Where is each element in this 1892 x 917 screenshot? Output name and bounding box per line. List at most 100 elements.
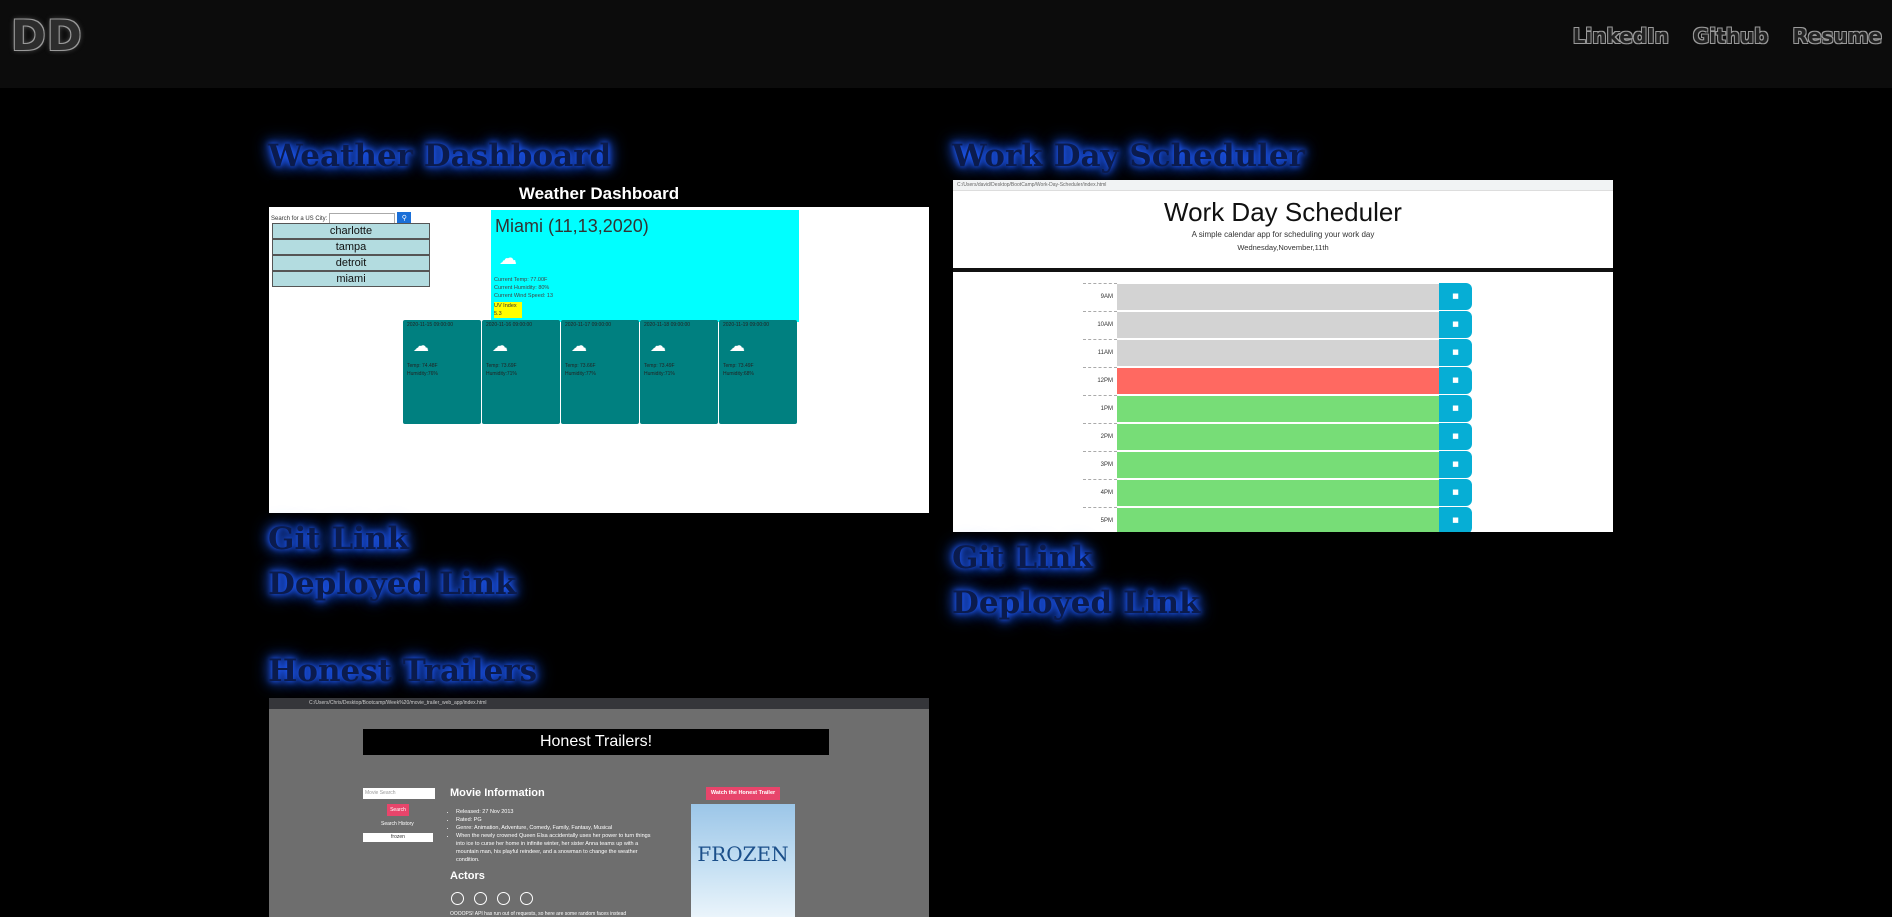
trailers-shot-history-label: Search History: [381, 821, 414, 827]
trailers-shot-history-item: frozen: [363, 833, 433, 842]
trailers-screenshot: C:/Users/Chris/Desktop/Bootcamp/Week%20/…: [269, 698, 929, 917]
scheduler-project-title: Work Day Scheduler: [952, 138, 1305, 174]
weather-shot-city: miami: [272, 271, 430, 287]
weather-shot-forecast: 2020-11-15 09:00:00 ☁ Temp: 74.48F Humidi…: [403, 320, 797, 424]
save-icon: ■: [1439, 395, 1472, 422]
cloud-icon: ☁: [650, 336, 666, 355]
weather-shot-forecast-card: 2020-11-18 09:00:00 ☁ Temp: 73.49F Humidi…: [640, 320, 718, 424]
forecast-temp: Temp: 74.48F: [407, 363, 438, 369]
site-logo[interactable]: DD: [11, 11, 83, 60]
forecast-humidity: Humidity:71%: [644, 371, 675, 377]
cloud-icon: ☁: [413, 336, 429, 355]
scheduler-screenshot: C:/Users/david/Desktop/BootCamp/Work-Day…: [953, 180, 1613, 532]
cloud-icon: ☁: [571, 336, 587, 355]
forecast-temp: Temp: 73.69F: [486, 363, 517, 369]
weather-shot-search-label: Search for a US City:: [271, 215, 328, 222]
weather-git-link[interactable]: Git Link: [268, 521, 409, 557]
weather-shot-city: charlotte: [272, 223, 430, 239]
nav-resume-link[interactable]: Resume: [1792, 24, 1882, 48]
scheduler-shot-title: Work Day Scheduler: [1164, 197, 1402, 227]
scheduler-shot-hour-label: 9AM: [1083, 283, 1117, 310]
forecast-details: Temp: 73.69F Humidity:71%: [486, 362, 517, 378]
trailers-shot-actors-heading: Actors: [450, 870, 485, 882]
trailers-shot-info-list: Released: 27 Nov 2013 Rated: PG Genre: A…: [450, 808, 651, 864]
scheduler-shot-time-block: [1117, 479, 1439, 506]
forecast-details: Temp: 73.49F Humidity:71%: [644, 362, 675, 378]
weather-shot-uv: UV Index 5.3: [494, 302, 522, 318]
scheduler-shot-hour-row: 12PM ■: [1083, 367, 1472, 394]
scheduler-deployed-link[interactable]: Deployed Link: [952, 585, 1201, 621]
forecast-details: Temp: 73.49F Humidity:68%: [723, 362, 754, 378]
forecast-date: 2020-11-15 09:00:00: [407, 322, 454, 328]
trailers-shot-info-heading: Movie Information: [450, 787, 545, 799]
scheduler-shot-address-bar: C:/Users/david/Desktop/BootCamp/Work-Day…: [953, 180, 1613, 191]
scheduler-shot-hour-row: 1PM ■: [1083, 395, 1472, 422]
trailers-shot-info-item: Released: 27 Nov 2013: [456, 808, 651, 816]
weather-shot-info-line: Current Temp: 77.00F: [494, 277, 548, 283]
weather-shot-uv-value: 5.3: [494, 311, 502, 317]
scheduler-shot-hour-row: 10AM ■: [1083, 311, 1472, 338]
scheduler-shot-hour-row: 11AM ■: [1083, 339, 1472, 366]
trailers-shot-watch-button: Watch the Honest Trailer: [706, 787, 780, 800]
save-icon: ■: [1439, 283, 1472, 310]
save-icon: ■: [1439, 423, 1472, 450]
trailers-shot-search-button: Search: [387, 804, 409, 816]
weather-shot-info-line: Current Humidity: 80%: [494, 285, 550, 291]
trailers-shot-info-item: Genre: Animation, Adventure, Comedy, Fam…: [456, 824, 651, 832]
nav-github-link[interactable]: Github: [1693, 24, 1769, 48]
scheduler-shot-hour-label: 10AM: [1083, 311, 1117, 338]
frozen-poster-image: FROZEN: [691, 804, 795, 917]
weather-shot-city: detroit: [272, 255, 430, 271]
scheduler-shot-hour-label: 3PM: [1083, 451, 1117, 478]
scheduler-shot-hour-label: 4PM: [1083, 479, 1117, 506]
trailers-shot-info-item: When the newly crowned Queen Elsa accide…: [456, 832, 651, 864]
cloud-icon: ☁: [499, 248, 517, 269]
save-icon: ■: [1439, 507, 1472, 532]
forecast-date: 2020-11-19 09:00:00: [723, 322, 770, 328]
scheduler-shot-time-block: [1117, 339, 1439, 366]
scheduler-shot-time-block: [1117, 311, 1439, 338]
nav-links: LinkedIn Github Resume: [1573, 24, 1882, 48]
trailers-shot-info-item: Rated: PG: [456, 816, 651, 824]
save-icon: ■: [1439, 311, 1472, 338]
weather-shot-forecast-card: 2020-11-15 09:00:00 ☁ Temp: 74.48F Humidi…: [403, 320, 481, 424]
forecast-details: Temp: 73.66F Humidity:77%: [565, 362, 596, 378]
scheduler-shot-hour-row: 3PM ■: [1083, 451, 1472, 478]
weather-shot-info-line: Current Wind Speed: 13: [494, 293, 554, 299]
scheduler-shot-hour-label: 11AM: [1083, 339, 1117, 366]
scheduler-git-link[interactable]: Git Link: [952, 540, 1093, 576]
scheduler-shot-hour-label: 5PM: [1083, 507, 1117, 532]
weather-shot-forecast-card: 2020-11-19 09:00:00 ☁ Temp: 73.49F Humidi…: [719, 320, 797, 424]
weather-project-title: Weather Dashboard: [268, 138, 612, 174]
weather-shot-forecast-card: 2020-11-16 09:00:00 ☁ Temp: 73.69F Humidi…: [482, 320, 560, 424]
forecast-temp: Temp: 73.66F: [565, 363, 596, 369]
scheduler-shot-date: Wednesday,November,11th: [1237, 243, 1329, 252]
forecast-date: 2020-11-16 09:00:00: [486, 322, 533, 328]
trailers-shot-heading: Honest Trailers!: [363, 729, 829, 755]
forecast-humidity: Humidity:77%: [565, 371, 596, 377]
actor-face-icon: [474, 892, 487, 905]
forecast-humidity: Humidity:76%: [407, 371, 438, 377]
trailers-shot-address-bar: C:/Users/Chris/Desktop/Bootcamp/Week%20/…: [269, 698, 929, 709]
trailers-project-title: Honest Trailers: [268, 653, 538, 689]
scheduler-shot-hour-row: 9AM ■: [1083, 283, 1472, 310]
weather-shot-city-now: Miami (11,13,2020): [495, 216, 649, 236]
weather-screenshot: Weather Dashboard Search for a US City: …: [269, 180, 929, 513]
save-icon: ■: [1439, 367, 1472, 394]
scheduler-shot-hour-row: 4PM ■: [1083, 479, 1472, 506]
scheduler-shot-hour-row: 2PM ■: [1083, 423, 1472, 450]
scheduler-shot-time-block: [1117, 367, 1439, 394]
scheduler-shot-hour-label: 12PM: [1083, 367, 1117, 394]
top-navbar: DD LinkedIn Github Resume: [0, 0, 1892, 88]
actor-face-icon: [451, 892, 464, 905]
cloud-icon: ☁: [492, 336, 508, 355]
actor-face-icon: [497, 892, 510, 905]
scheduler-shot-subtitle: A simple calendar app for scheduling you…: [1191, 230, 1375, 239]
forecast-temp: Temp: 73.49F: [644, 363, 675, 369]
nav-linkedin-link[interactable]: LinkedIn: [1573, 24, 1669, 48]
weather-deployed-link[interactable]: Deployed Link: [268, 566, 517, 602]
cloud-icon: ☁: [729, 336, 745, 355]
scheduler-shot-divider: [953, 268, 1613, 272]
trailers-shot-actor-icons: [451, 892, 533, 905]
weather-shot-info: Current Temp: 77.00F Current Humidity: 8…: [494, 276, 553, 300]
